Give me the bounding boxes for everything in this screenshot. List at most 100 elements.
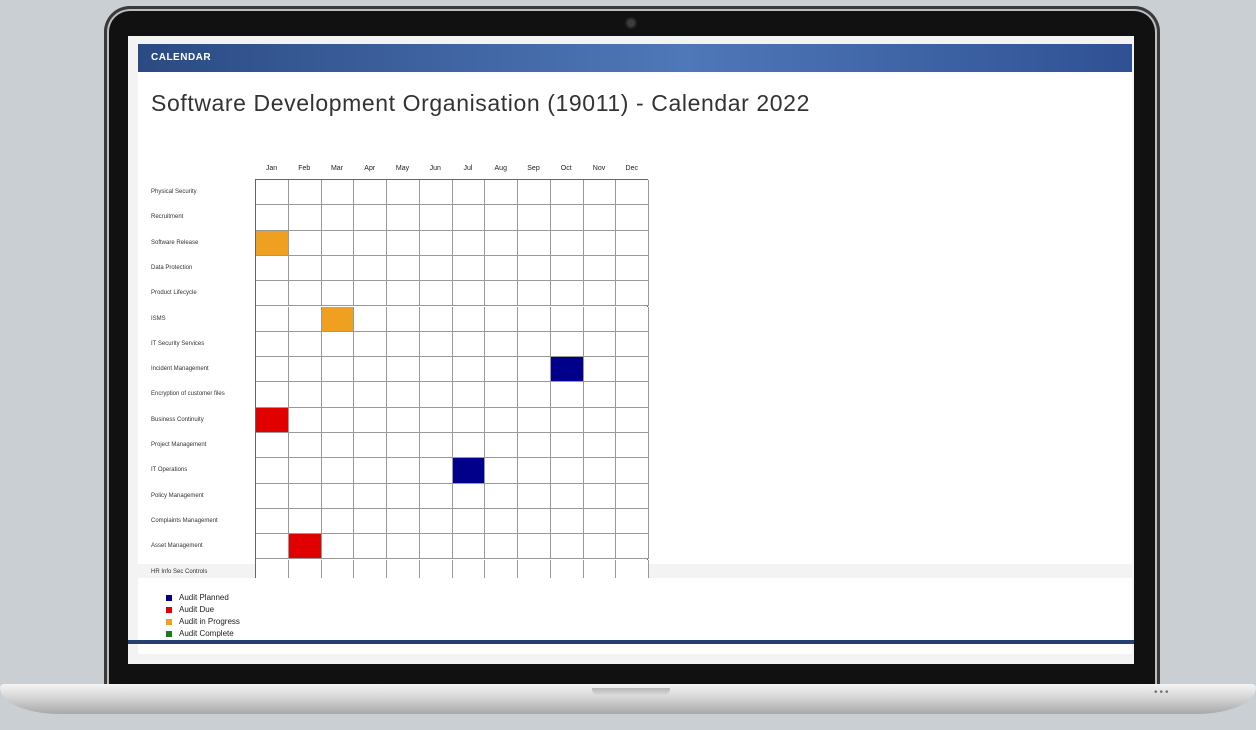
calendar-cell[interactable] [452,281,486,307]
calendar-cell[interactable] [256,407,289,433]
calendar-cell[interactable] [419,180,453,206]
calendar-cell[interactable] [387,180,420,206]
calendar-cell[interactable] [583,230,617,256]
calendar-cell[interactable] [583,205,617,231]
calendar-cell[interactable] [387,508,420,535]
calendar-cell[interactable] [321,180,355,206]
calendar-cell[interactable] [387,255,420,282]
calendar-cell[interactable] [354,483,387,509]
calendar-cell[interactable] [550,357,584,383]
calendar-cell[interactable] [419,534,453,560]
calendar-cell[interactable] [452,306,486,332]
calendar-cell[interactable] [550,433,584,459]
calendar-cell[interactable] [256,255,289,282]
calendar-cell[interactable] [387,357,420,383]
calendar-cell[interactable] [321,357,355,383]
calendar-cell[interactable] [387,230,420,256]
calendar-cell[interactable] [550,331,584,358]
calendar-cell[interactable] [256,230,289,256]
calendar-cell[interactable] [518,180,551,206]
calendar-cell[interactable] [518,382,551,408]
calendar-cell[interactable] [485,357,518,383]
calendar-cell[interactable] [616,255,649,282]
calendar-cell[interactable] [518,281,551,307]
calendar-cell[interactable] [354,281,387,307]
calendar-cell[interactable] [518,230,551,256]
calendar-cell[interactable] [321,255,355,282]
calendar-cell[interactable] [288,331,322,358]
calendar-cell[interactable] [583,483,617,509]
calendar-cell[interactable] [256,306,289,332]
calendar-cell[interactable] [321,205,355,231]
calendar-cell[interactable] [485,180,518,206]
calendar-cell[interactable] [616,433,649,459]
calendar-cell[interactable] [256,382,289,408]
calendar-cell[interactable] [288,458,322,484]
calendar-cell[interactable] [452,255,486,282]
calendar-cell[interactable] [256,331,289,358]
calendar-cell[interactable] [550,180,584,206]
calendar-cell[interactable] [583,534,617,560]
calendar-cell[interactable] [387,331,420,358]
calendar-cell[interactable] [256,458,289,484]
calendar-cell[interactable] [419,483,453,509]
calendar-cell[interactable] [518,534,551,560]
calendar-cell[interactable] [419,331,453,358]
calendar-cell[interactable] [256,357,289,383]
calendar-cell[interactable] [583,331,617,358]
calendar-cell[interactable] [616,508,649,535]
calendar-cell[interactable] [485,230,518,256]
calendar-cell[interactable] [452,483,486,509]
calendar-cell[interactable] [354,357,387,383]
calendar-cell[interactable] [321,508,355,535]
calendar-cell[interactable] [354,205,387,231]
calendar-cell[interactable] [256,205,289,231]
calendar-cell[interactable] [550,508,584,535]
calendar-cell[interactable] [485,331,518,358]
calendar-cell[interactable] [288,407,322,433]
calendar-cell[interactable] [321,483,355,509]
calendar-cell[interactable] [256,483,289,509]
calendar-cell[interactable] [256,281,289,307]
calendar-cell[interactable] [485,534,518,560]
calendar-cell[interactable] [452,180,486,206]
calendar-cell[interactable] [321,433,355,459]
calendar-cell[interactable] [485,205,518,231]
calendar-cell[interactable] [354,382,387,408]
calendar-cell[interactable] [583,357,617,383]
calendar-cell[interactable] [485,458,518,484]
calendar-cell[interactable] [288,357,322,383]
calendar-cell[interactable] [485,407,518,433]
calendar-cell[interactable] [616,205,649,231]
calendar-cell[interactable] [321,230,355,256]
calendar-cell[interactable] [419,306,453,332]
calendar-cell[interactable] [288,205,322,231]
calendar-cell[interactable] [452,205,486,231]
calendar-cell[interactable] [485,255,518,282]
calendar-cell[interactable] [518,433,551,459]
calendar-cell[interactable] [321,331,355,358]
calendar-cell[interactable] [354,433,387,459]
calendar-cell[interactable] [518,306,551,332]
calendar-cell[interactable] [583,458,617,484]
calendar-cell[interactable] [387,483,420,509]
calendar-cell[interactable] [583,508,617,535]
calendar-cell[interactable] [354,407,387,433]
calendar-cell[interactable] [616,407,649,433]
calendar-cell[interactable] [288,534,322,560]
calendar-cell[interactable] [518,458,551,484]
calendar-cell[interactable] [452,508,486,535]
calendar-cell[interactable] [387,281,420,307]
calendar-cell[interactable] [288,508,322,535]
calendar-cell[interactable] [419,382,453,408]
calendar-cell[interactable] [387,306,420,332]
calendar-cell[interactable] [616,458,649,484]
calendar-cell[interactable] [321,534,355,560]
calendar-cell[interactable] [485,281,518,307]
calendar-cell[interactable] [583,382,617,408]
calendar-cell[interactable] [419,433,453,459]
calendar-cell[interactable] [550,534,584,560]
calendar-cell[interactable] [550,458,584,484]
calendar-cell[interactable] [616,230,649,256]
calendar-cell[interactable] [616,357,649,383]
